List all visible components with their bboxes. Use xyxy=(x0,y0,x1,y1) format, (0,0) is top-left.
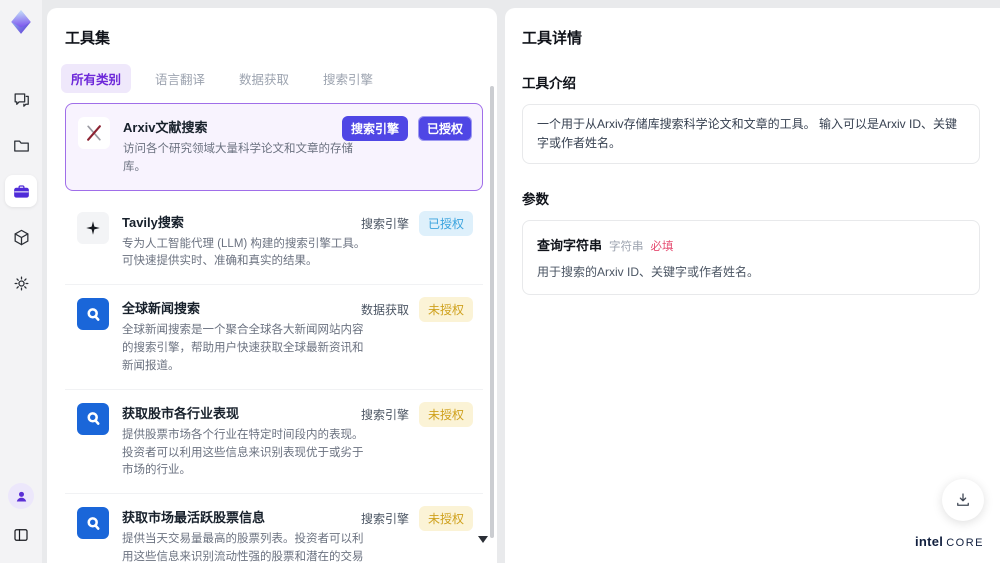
status-badge: 未授权 xyxy=(418,401,473,427)
list-scrollbar[interactable] xyxy=(490,86,494,538)
sparkle-icon xyxy=(77,211,109,244)
category-label: 搜索引擎 xyxy=(360,407,409,422)
panel-toggle-icon xyxy=(14,529,28,541)
tool-description: 全球新闻搜索是一个聚合全球各大新闻网站内容的搜索引擎，帮助用户快速获取全球最新资… xyxy=(122,324,364,372)
brand-core: CORE xyxy=(946,537,984,549)
intel-core-logo: intel CORE xyxy=(915,534,984,549)
tool-description: 专为人工智能代理 (LLM) 构建的搜索引擎工具。可快速提供实时、准确和真实的结… xyxy=(122,237,366,268)
tab-language-translation[interactable]: 语言翻译 xyxy=(145,64,215,93)
status-badge: 未授权 xyxy=(418,506,473,532)
category-badge: 搜索引擎 xyxy=(341,116,408,141)
category-label: 数据获取 xyxy=(360,303,409,318)
download-icon xyxy=(957,493,969,506)
status-badge: 已授权 xyxy=(418,210,473,236)
panel-toggle-button[interactable] xyxy=(5,519,37,551)
tool-description: 提供股票市场各个行业在特定时间段内的表现。投资者可以利用这些信息来识别表现优于或… xyxy=(122,428,364,477)
chat-icon xyxy=(14,92,29,107)
tool-intro-text: 一个用于从Arxiv存储库搜索科学论文和文章的工具。 输入可以是Arxiv ID… xyxy=(522,104,980,165)
status-badge: 未授权 xyxy=(418,297,473,323)
category-label: 搜索引擎 xyxy=(360,512,409,527)
params-heading: 参数 xyxy=(522,192,549,208)
intro-heading: 工具介绍 xyxy=(522,76,576,91)
page-title: 工具集 xyxy=(65,30,111,47)
param-description: 用于搜索的Arxiv ID、关键字或作者姓名。 xyxy=(537,265,760,280)
tool-details-panel: 工具详情 工具介绍 一个用于从Arxiv存储库搜索科学论文和文章的工具。 输入可… xyxy=(505,8,1000,563)
tool-item-sector-performance[interactable]: 获取股市各行业表现 提供股票市场各个行业在特定时间段内的表现。投资者可以利用这些… xyxy=(65,390,483,495)
tool-list: Arxiv文献搜索 访问各个研究领域大量科学论文和文章的存储库。 搜索引擎 已授… xyxy=(65,103,483,563)
tool-name: Arxiv文献搜索 xyxy=(123,120,208,135)
tool-name: 全球新闻搜索 xyxy=(122,301,201,317)
cube-icon xyxy=(14,229,28,245)
tab-data-acquisition[interactable]: 数据获取 xyxy=(229,64,299,93)
details-title: 工具详情 xyxy=(522,30,583,47)
tab-all-categories[interactable]: 所有类别 xyxy=(61,64,132,93)
param-type: 字符串 xyxy=(609,241,644,254)
tool-name: 获取市场最活跃股票信息 xyxy=(122,510,266,526)
sidebar-item-files[interactable] xyxy=(5,129,37,161)
brand-intel: intel xyxy=(914,534,944,549)
tool-description: 提供当天交易量最高的股票列表。投资者可以利用这些信息来识别流动性强的股票和潜在的… xyxy=(122,533,364,563)
tool-name: Tavily搜索 xyxy=(122,214,184,230)
toolset-panel: 工具集 所有类别 语言翻译 数据获取 搜索引擎 Arxiv文献搜索 访问各个研究… xyxy=(47,8,497,563)
status-badge: 已授权 xyxy=(417,116,472,141)
param-required-badge: 必填 xyxy=(650,241,674,254)
tool-description: 访问各个研究领域大量科学论文和文章的存储库。 xyxy=(123,143,353,173)
user-icon xyxy=(16,491,26,501)
sidebar-item-tools[interactable] xyxy=(5,175,37,207)
app-sidebar xyxy=(0,0,42,563)
category-tabs: 所有类别 语言翻译 数据获取 搜索引擎 xyxy=(61,64,497,93)
category-label: 搜索引擎 xyxy=(360,216,409,231)
search-logo-icon xyxy=(77,507,109,540)
search-logo-icon xyxy=(77,298,109,331)
search-logo-icon xyxy=(77,402,109,435)
briefcase-icon xyxy=(13,184,29,198)
download-button[interactable] xyxy=(942,479,984,521)
app-logo-icon[interactable] xyxy=(8,9,34,35)
param-name: 查询字符串 xyxy=(537,238,603,254)
folder-icon xyxy=(13,140,29,152)
tool-name: 获取股市各行业表现 xyxy=(122,405,240,421)
sidebar-item-models[interactable] xyxy=(5,221,37,253)
tool-item-arxiv[interactable]: Arxiv文献搜索 访问各个研究领域大量科学论文和文章的存储库。 搜索引擎 已授… xyxy=(65,103,483,191)
tool-item-active-stocks[interactable]: 获取市场最活跃股票信息 提供当天交易量最高的股票列表。投资者可以利用这些信息来识… xyxy=(65,494,483,563)
param-card: 查询字符串 字符串 必填 用于搜索的Arxiv ID、关键字或作者姓名。 xyxy=(522,220,980,296)
scroll-down-arrow[interactable] xyxy=(478,536,488,543)
tool-item-global-news[interactable]: 全球新闻搜索 全球新闻搜索是一个聚合全球各大新闻网站内容的搜索引擎，帮助用户快速… xyxy=(65,285,483,390)
tab-search-engine[interactable]: 搜索引擎 xyxy=(313,64,383,93)
tool-item-tavily[interactable]: Tavily搜索 专为人工智能代理 (LLM) 构建的搜索引擎工具。可快速提供实… xyxy=(65,199,483,286)
sidebar-item-settings[interactable] xyxy=(5,267,37,299)
gear-icon xyxy=(14,276,28,290)
arxiv-icon xyxy=(78,117,110,149)
user-avatar[interactable] xyxy=(8,483,34,509)
sidebar-item-chat[interactable] xyxy=(5,83,37,115)
